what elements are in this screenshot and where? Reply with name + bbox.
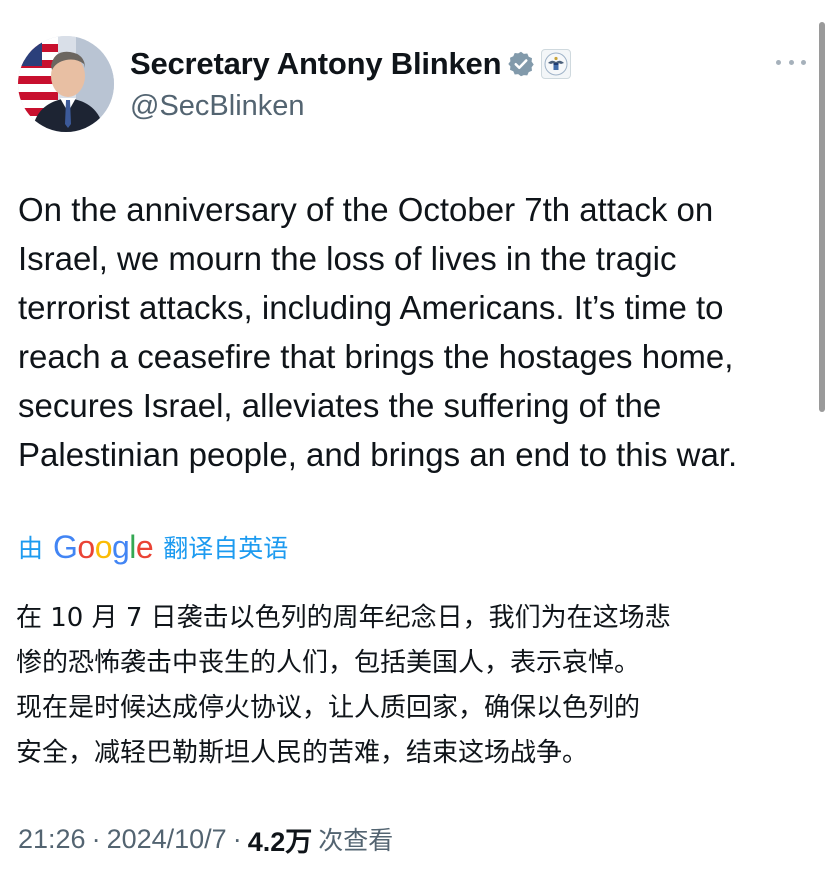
translated-from-label: 翻译自英语 <box>163 534 289 563</box>
google-logo: Google <box>53 528 154 565</box>
tweet-detail: Secretary Antony Blinken @SecBlinken On … <box>0 0 828 882</box>
tweet-header: Secretary Antony Blinken @SecBlinken <box>18 36 810 136</box>
handle[interactable]: @SecBlinken <box>130 90 571 123</box>
display-name[interactable]: Secretary Antony Blinken <box>130 46 502 82</box>
scrollbar[interactable] <box>819 22 825 412</box>
us-state-department-seal-icon[interactable] <box>541 49 572 79</box>
post-date[interactable]: 2024/10/7 <box>107 824 227 855</box>
views-label[interactable]: 次查看 <box>318 821 393 857</box>
translation-attribution[interactable]: 由 Google 翻译自英语 <box>18 525 288 569</box>
translated-by-label: 由 <box>18 534 44 563</box>
author-names: Secretary Antony Blinken @SecBlinken <box>130 44 572 123</box>
profile-photo <box>18 36 114 132</box>
verified-badge-icon[interactable] <box>507 50 535 78</box>
display-name-row: Secretary Antony Blinken <box>130 44 572 84</box>
post-time[interactable]: 21:26 <box>18 824 86 855</box>
separator-dot: · <box>91 823 101 854</box>
avatar[interactable] <box>18 36 114 132</box>
separator-dot: · <box>232 823 242 854</box>
more-options-icon[interactable] <box>776 56 806 68</box>
tweet-meta: 21:26 · 2024/10/7 · 4.2万 次查看 <box>18 818 393 860</box>
tweet-text: On the anniversary of the October 7th at… <box>18 191 738 473</box>
views-count[interactable]: 4.2万 <box>248 820 313 859</box>
translated-tweet-text: 在 10 月 7 日袭击以色列的周年纪念日，我们为在这场悲 惨的恐怖袭击中丧生的… <box>16 603 671 768</box>
